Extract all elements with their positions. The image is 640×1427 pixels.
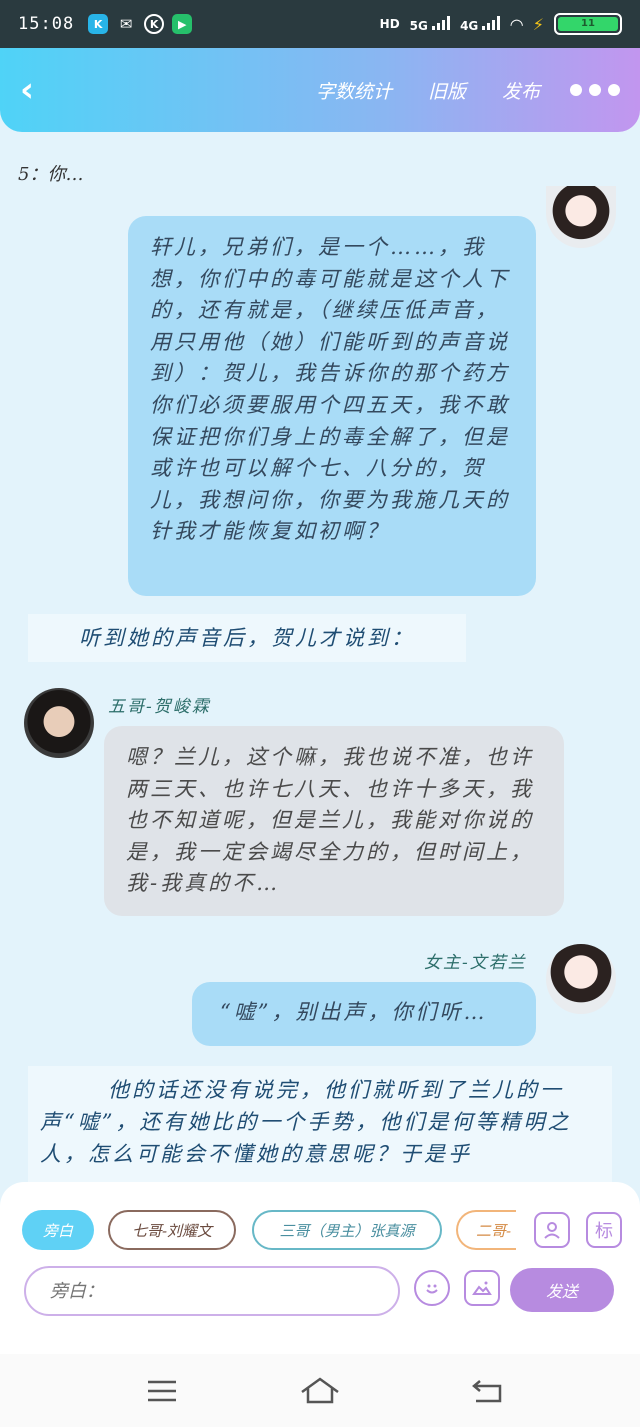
image-icon[interactable]: [464, 1270, 500, 1306]
menu-icon[interactable]: [142, 1374, 182, 1408]
k-circle-icon: K: [144, 14, 165, 34]
wechat-icon: ✉: [119, 15, 133, 33]
kuwo-app-icon: K: [88, 14, 109, 34]
status-bar: 15:08 K ✉ K ▶ HD 5G 4G ◠ ⚡ 11: [0, 0, 640, 48]
video-app-icon: ▶: [172, 14, 193, 34]
role-chip-third-brother[interactable]: 三哥（男主）张真源: [252, 1210, 442, 1250]
signal-4g-label: 4G: [460, 18, 479, 33]
status-time: 15:08: [18, 14, 75, 34]
charging-icon: ⚡: [532, 14, 544, 34]
message-input[interactable]: [24, 1266, 400, 1316]
system-nav-bar: [0, 1354, 640, 1427]
emoji-icon[interactable]: [414, 1270, 450, 1306]
more-dots-icon[interactable]: [570, 84, 620, 96]
input-panel: 旁白 七哥-刘耀文 三哥（男主）张真源 二哥- 标 发送: [0, 1182, 640, 1354]
wifi-icon: ◠: [510, 14, 523, 34]
chat-area[interactable]: 5：你… 轩儿，兄弟们，是一个……，我想，你们中的毒可能就是这个人下的，还有就是…: [0, 132, 640, 1182]
message-bubble-female-2[interactable]: “嘘”，别出声，你们听…: [192, 982, 536, 1046]
back-icon[interactable]: [468, 1374, 508, 1408]
avatar-fifth-brother[interactable]: [24, 688, 94, 758]
role-chip-seventh-brother[interactable]: 七哥-刘耀文: [108, 1210, 236, 1250]
avatar-female-lead[interactable]: [546, 186, 616, 248]
signal-4g-icon: 4G: [460, 15, 501, 33]
old-version-button[interactable]: 旧版: [428, 77, 466, 104]
publish-button[interactable]: 发布: [502, 77, 540, 104]
home-icon[interactable]: [300, 1374, 340, 1408]
hd-icon: HD: [379, 17, 400, 31]
tag-icon[interactable]: 标: [586, 1212, 622, 1248]
chevron-left-icon[interactable]: ‹: [20, 70, 60, 110]
role-chip-second-brother[interactable]: 二哥-: [456, 1210, 516, 1250]
word-count-button[interactable]: 字数统计: [316, 77, 392, 104]
sender-name-fifth-brother: 五哥-贺峻霖: [108, 697, 211, 717]
send-button[interactable]: 发送: [510, 1268, 614, 1312]
avatar-female-lead-2[interactable]: [546, 944, 616, 1014]
battery-icon: 11: [554, 13, 622, 35]
person-card-icon[interactable]: [534, 1212, 570, 1248]
previous-line: 5：你…: [18, 164, 84, 185]
signal-5g-icon: 5G: [409, 15, 451, 33]
header-actions: 字数统计 旧版 发布: [316, 77, 540, 104]
signal-5g-label: 5G: [409, 18, 428, 33]
message-bubble-female-1[interactable]: 轩儿，兄弟们，是一个……，我想，你们中的毒可能就是这个人下的，还有就是，（继续压…: [128, 216, 536, 596]
role-chip-narrator[interactable]: 旁白: [22, 1210, 94, 1250]
message-bubble-fifth-brother[interactable]: 嗯？兰儿，这个嘛，我也说不准，也许两三天、也许七八天、也许十多天，我也不知道呢，…: [104, 726, 564, 916]
battery-level: 11: [558, 17, 618, 31]
narration-block-2[interactable]: 他的话还没有说完，他们就听到了兰儿的一声“嘘”，还有她比的一个手势，他们是何等精…: [28, 1066, 612, 1182]
sender-name-female-lead: 女主-文若兰: [424, 953, 527, 973]
status-app-icons: K ✉ K ▶: [88, 14, 193, 34]
status-indicators: HD 5G 4G ◠ ⚡ 11: [380, 13, 622, 35]
top-header: ‹ 字数统计 旧版 发布: [0, 48, 640, 132]
narration-block[interactable]: 听到她的声音后，贺儿才说到：: [28, 614, 466, 662]
